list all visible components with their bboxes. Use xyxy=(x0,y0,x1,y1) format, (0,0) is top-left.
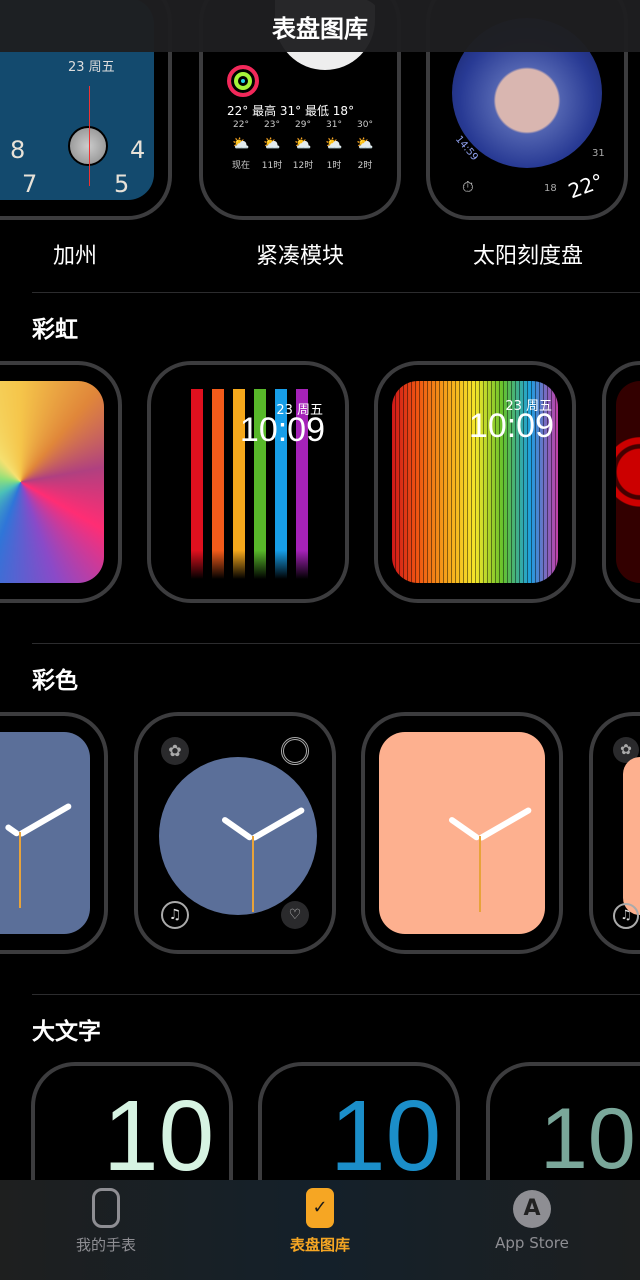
app-store-icon: A xyxy=(513,1190,551,1228)
divider xyxy=(32,292,640,293)
watch-face-color-1[interactable] xyxy=(0,712,108,954)
heart-icon: ♡ xyxy=(281,901,309,929)
large-numeral: 10 xyxy=(103,1080,215,1192)
watch-face-rainbow-gradient[interactable] xyxy=(0,361,122,603)
divider xyxy=(32,994,640,995)
partly-cloudy-icon: ⛅ xyxy=(232,136,250,152)
partly-cloudy-icon: ⛅ xyxy=(294,136,312,152)
date: 23 周五 xyxy=(68,60,115,75)
forecast-time: 2时 xyxy=(357,161,373,171)
section-title: 彩色 xyxy=(32,668,78,694)
forecast-time: 11时 xyxy=(261,161,283,171)
second-hand xyxy=(252,836,254,912)
time: 10:09 xyxy=(468,407,554,445)
nav-bar: 表盘图库 xyxy=(0,0,640,52)
tab-bar: 我的手表 ✓ 表盘图库 A App Store xyxy=(0,1180,640,1280)
forecast-time: 12时 xyxy=(292,161,314,171)
numeral: 7 xyxy=(22,170,38,198)
forecast-temp: 31° xyxy=(326,120,342,130)
forecast-temp: 23° xyxy=(264,120,280,130)
watch-face-color-3[interactable] xyxy=(361,712,563,954)
temp-high: 31 xyxy=(592,148,605,159)
tab-face-gallery[interactable]: ✓ 表盘图库 xyxy=(240,1188,400,1255)
divider xyxy=(32,643,640,644)
music-icon: ♫ xyxy=(613,903,639,929)
large-numeral: 10 xyxy=(330,1080,442,1192)
page-title: 表盘图库 xyxy=(272,14,368,43)
breathe-icon: ✿ xyxy=(161,737,189,765)
music-icon: ♫ xyxy=(161,901,189,929)
temp-low: 18 xyxy=(544,183,557,194)
activity-icon xyxy=(281,737,309,765)
timer-icon: ⏱ xyxy=(462,178,474,196)
pride-stripe xyxy=(212,389,224,579)
section-title: 彩虹 xyxy=(32,317,78,343)
numeral: 5 xyxy=(114,170,130,198)
watch-face-rainbow-circles[interactable] xyxy=(602,361,640,603)
watch-face-icon: ✓ xyxy=(306,1188,334,1228)
tab-my-watch[interactable]: 我的手表 xyxy=(26,1188,186,1255)
watch-face-pride-stripes[interactable]: 23 周五 10:09 xyxy=(147,361,349,603)
tab-label: 表盘图库 xyxy=(289,1236,350,1254)
face-label: 加州 xyxy=(52,244,97,269)
partly-cloudy-icon: ⛅ xyxy=(325,136,343,152)
clock-hand xyxy=(447,815,481,842)
second-hand xyxy=(479,836,481,912)
weather-summary: 22° 最高 31° 最低 18° xyxy=(227,104,355,118)
face-label: 紧凑模块 xyxy=(255,244,344,269)
watch-face-pride-threads[interactable]: 23 周五 10:09 xyxy=(374,361,576,603)
second-hand xyxy=(19,832,21,908)
clock-hand xyxy=(477,806,533,842)
tab-label: 我的手表 xyxy=(75,1236,136,1254)
tab-label: App Store xyxy=(495,1234,569,1252)
clock-hand xyxy=(17,802,73,838)
time: 10:09 xyxy=(239,411,325,449)
forecast-time: 1时 xyxy=(326,161,342,171)
forecast-time: 现在 xyxy=(231,161,250,171)
temperature: 22° xyxy=(564,168,607,200)
watch-face-color-2[interactable]: ✿ ♫ ♡ xyxy=(134,712,336,954)
pride-stripe xyxy=(191,389,203,579)
numeral: 4 xyxy=(130,136,146,164)
watch-icon xyxy=(92,1188,120,1228)
partly-cloudy-icon: ⛅ xyxy=(356,136,374,152)
large-numeral: 10 xyxy=(540,1091,636,1187)
tab-app-store[interactable]: A App Store xyxy=(452,1188,612,1252)
forecast-temp: 22° xyxy=(233,120,249,130)
face-label: 太阳刻度盘 xyxy=(472,244,583,269)
forecast-temp: 29° xyxy=(295,120,311,130)
forecast-temp: 30° xyxy=(357,120,373,130)
partly-cloudy-icon: ⛅ xyxy=(263,136,281,152)
second-hand xyxy=(89,86,90,186)
section-title: 大文字 xyxy=(32,1019,101,1045)
numeral: 8 xyxy=(10,136,26,164)
watch-face-color-4[interactable]: ✿ ♫ xyxy=(589,712,640,954)
activity-rings-icon xyxy=(227,65,259,97)
moon-icon xyxy=(68,126,108,166)
